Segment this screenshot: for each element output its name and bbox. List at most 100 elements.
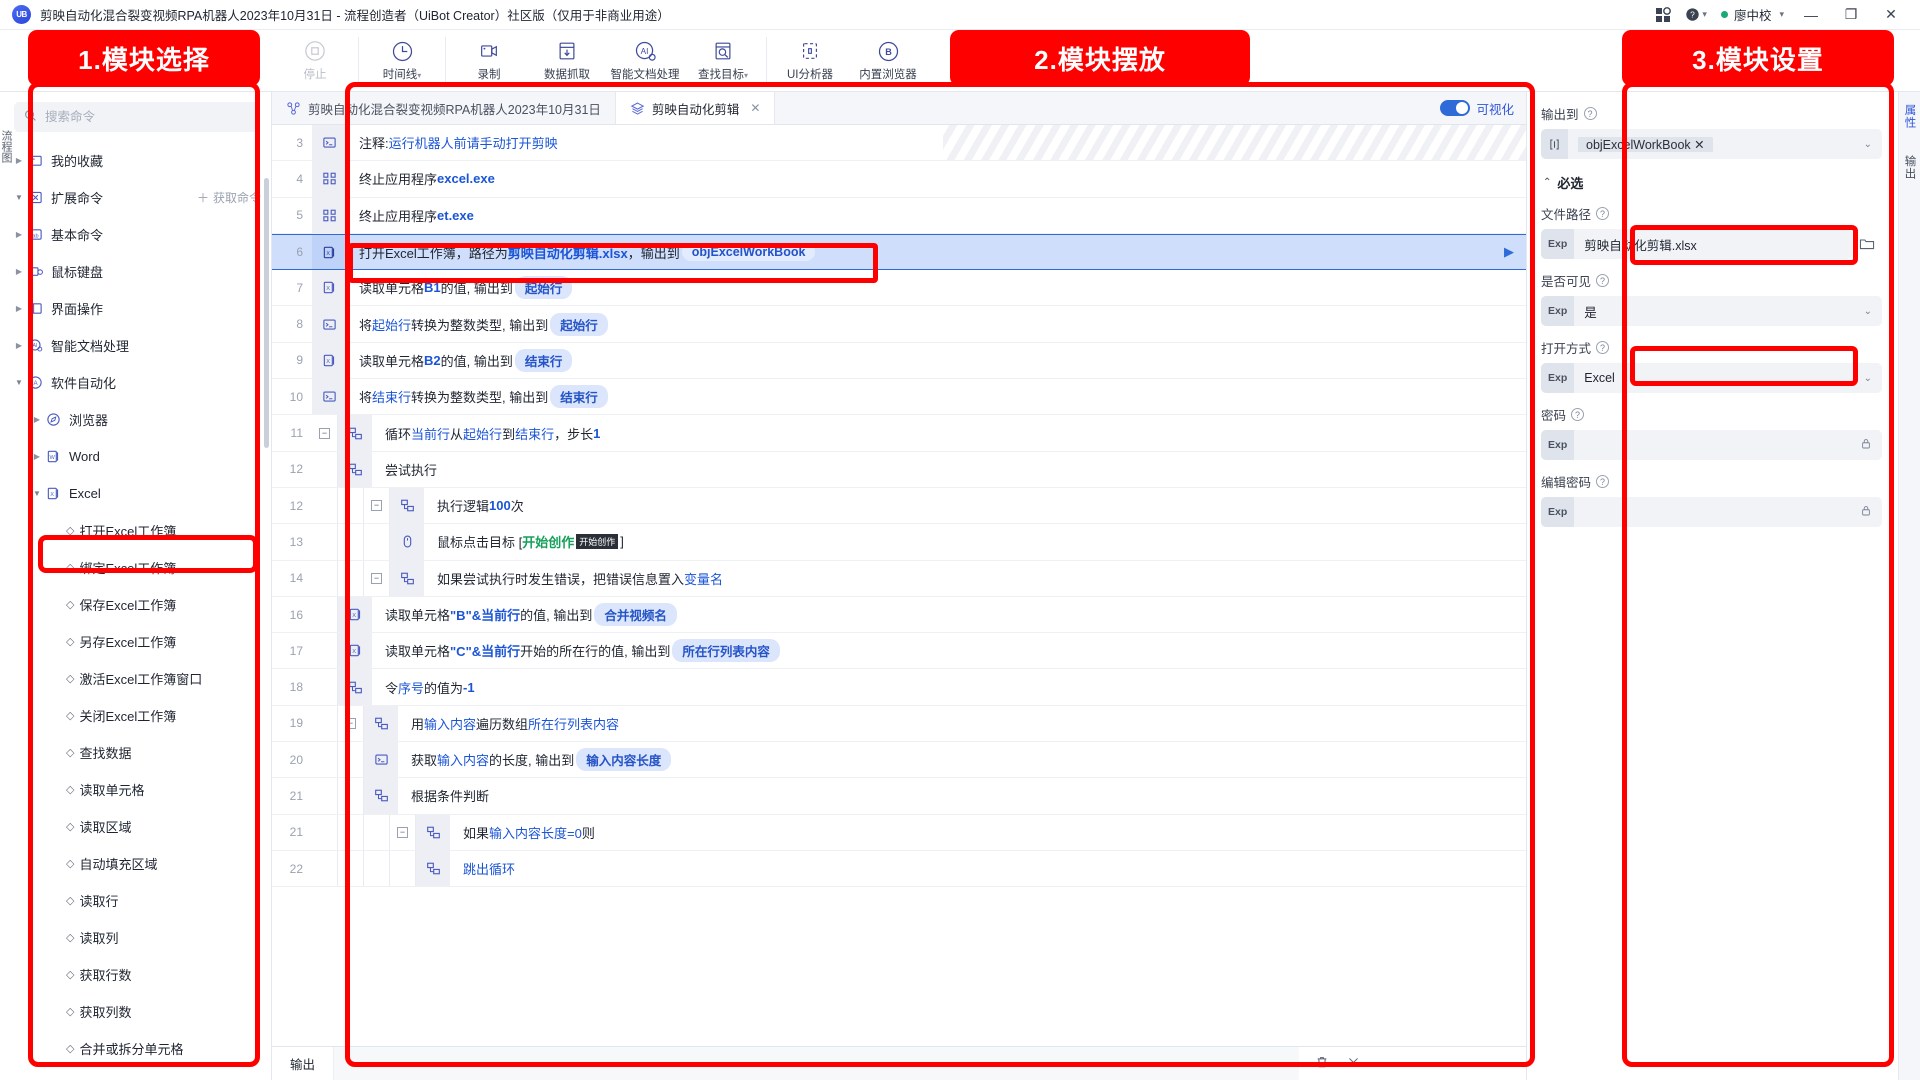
vtab-output[interactable]: 输出	[1902, 155, 1918, 180]
collapse-toggle[interactable]: −	[345, 717, 356, 729]
minimize-button[interactable]: —	[1798, 7, 1824, 23]
editor-tab-0[interactable]: 剪映自动化混合裂变视频RPA机器人2023年10月31日	[272, 92, 616, 124]
toolbar-find-target-button[interactable]: 查找目标▾	[694, 39, 752, 82]
toolbar-data-scrape-button[interactable]: 数据抓取	[538, 39, 596, 82]
flow-row[interactable]: 10 将 结束行 转换为整数类型, 输出到 结束行	[272, 379, 1526, 416]
flow-row[interactable]: 6 X 打开Excel工作簿，路径为 剪映自动化剪辑.xlsx ，输出到 objEx…	[272, 233, 1526, 271]
toggle-switch[interactable]	[1440, 100, 1471, 116]
toolbar-ui-analyzer-button[interactable]: UI分析器	[781, 39, 839, 82]
flow-row[interactable]: 11 − 循环 当前行 从 起始行 到 结束行 ，步长 1	[272, 415, 1526, 452]
help-icon[interactable]: ?	[1596, 207, 1610, 220]
tree-item-17[interactable]: ◇ 读取单元格	[0, 771, 271, 808]
close-icon[interactable]: ✕	[750, 101, 760, 115]
tree-item-19[interactable]: ◇ 自动填充区域	[0, 845, 271, 882]
maximize-button[interactable]: ❐	[1838, 6, 1864, 23]
chevron-right-icon[interactable]: ▶	[12, 267, 26, 276]
help-icon[interactable]: ? ▾	[1685, 7, 1707, 22]
flowchart-vertical-tab[interactable]: 流程图	[0, 130, 14, 163]
editor-tab-1[interactable]: 剪映自动化剪辑 ✕	[615, 92, 776, 124]
toolbar-timeline-button[interactable]: 时间线▾	[373, 39, 431, 82]
required-section-header[interactable]: ⌃ 必选	[1543, 173, 1882, 192]
flow-row[interactable]: 8 将 起始行 转换为整数类型, 输出到 起始行	[272, 306, 1526, 343]
flow-row[interactable]: 12 尝试执行	[272, 451, 1526, 488]
toolbar-stop-button[interactable]: 停止	[286, 39, 344, 82]
tree-item-0[interactable]: ▶ 我的收藏	[0, 142, 271, 179]
chevron-right-icon[interactable]: ▶	[30, 415, 44, 424]
tree-item-9[interactable]: ▼ X Excel	[0, 475, 271, 512]
flow-row[interactable]: 3 注释: 运行机器人前请手动打开剪映	[272, 125, 1526, 162]
collapse-toggle[interactable]: −	[371, 572, 382, 584]
expression-prefix[interactable]: Exp	[1541, 363, 1575, 393]
chevron-right-icon[interactable]: ▶	[12, 230, 26, 239]
chevron-right-icon[interactable]: ▶	[30, 452, 44, 461]
trash-icon[interactable]	[1315, 1055, 1329, 1072]
tree-item-3[interactable]: ▶ 鼠标键盘	[0, 253, 271, 290]
flow-rows-container[interactable]: 3 注释: 运行机器人前请手动打开剪映 4 终止应用程序 excel.exe 5 终止应用…	[272, 125, 1526, 1046]
tree-item-14[interactable]: ◇ 激活Excel工作簿窗口	[0, 660, 271, 697]
tree-item-7[interactable]: ▶ 浏览器	[0, 401, 271, 438]
chevron-right-icon[interactable]: ▶	[12, 341, 26, 350]
tree-item-15[interactable]: ◇ 关闭Excel工作簿	[0, 697, 271, 734]
help-icon[interactable]: ?	[1596, 475, 1610, 488]
tree-item-11[interactable]: ◇ 绑定Excel工作簿	[0, 549, 271, 586]
help-icon[interactable]: ?	[1596, 341, 1610, 354]
tree-item-10[interactable]: ◇ 打开Excel工作簿	[0, 512, 271, 549]
expression-prefix[interactable]: Exp	[1541, 229, 1575, 259]
help-icon[interactable]: ?	[1571, 408, 1585, 421]
chevron-down-icon[interactable]: ▼	[30, 489, 44, 498]
lock-icon[interactable]	[1850, 504, 1882, 520]
search-box[interactable]	[14, 102, 259, 132]
tree-item-5[interactable]: ▶ AI 智能文档处理	[0, 327, 271, 364]
toolbar-ai-doc-button[interactable]: AI 智能文档处理	[611, 39, 680, 82]
browse-folder-icon[interactable]	[1852, 237, 1882, 251]
flow-row[interactable]: 13 鼠标点击目标 [ 开始创作 开始创作 ]	[272, 524, 1526, 561]
grid-icon[interactable]	[1655, 6, 1672, 23]
flow-row[interactable]: 20 获取 输入内容 的长度, 输出到 输入内容长度	[272, 742, 1526, 779]
tree-item-21[interactable]: ◇ 读取列	[0, 919, 271, 956]
property-input[interactable]: Exp Excel ⌄	[1541, 363, 1882, 393]
flow-row[interactable]: 21 根据条件判断	[272, 778, 1526, 815]
close-button[interactable]: ✕	[1878, 6, 1904, 23]
flow-row[interactable]: 17 X 读取单元格 "C"&当前行 开始的所在行的值, 输出到 所在行列表内容	[272, 633, 1526, 670]
property-input[interactable]: Exp	[1541, 430, 1882, 460]
toolbar-record-button[interactable]: 录制	[460, 39, 518, 82]
output-tab[interactable]: 输出	[272, 1047, 335, 1080]
help-icon[interactable]: ?	[1583, 107, 1597, 120]
tree-item-16[interactable]: ◇ 查找数据	[0, 734, 271, 771]
visualize-toggle[interactable]: 可视化	[1428, 92, 1526, 124]
flow-row[interactable]: 7 X 读取单元格 B1 的值, 输出到 起始行	[272, 270, 1526, 307]
toolbar-browser-button[interactable]: B 内置浏览器	[859, 39, 917, 82]
tree-item-18[interactable]: ◇ 读取区域	[0, 808, 271, 845]
flow-row[interactable]: 4 终止应用程序 excel.exe	[272, 161, 1526, 198]
flow-row[interactable]: 5 终止应用程序 et.exe	[272, 197, 1526, 234]
chevron-down-icon[interactable]: ▼	[12, 193, 26, 202]
flow-row[interactable]: 9 X 读取单元格 B2 的值, 输出到 结束行	[272, 342, 1526, 380]
tree-item-23[interactable]: ◇ 获取列数	[0, 993, 271, 1030]
flow-row[interactable]: 18 令 序号 的值为 -1	[272, 669, 1526, 706]
collapse-toggle[interactable]: −	[371, 500, 382, 512]
flow-row[interactable]: 14 − 如果尝试执行时发生错误，把错误信息置入 变量名	[272, 560, 1526, 597]
flow-row[interactable]: 12 − 执行逻辑 100 次	[272, 487, 1526, 525]
tree-item-2[interactable]: ▶ ab 基本命令	[0, 216, 271, 253]
flow-row[interactable]: 19 − 用 输入内容 遍历数组 所在行列表内容	[272, 705, 1526, 743]
flow-row[interactable]: 22 跳出循环	[272, 850, 1526, 888]
user-menu[interactable]: 廖中校 ▾	[1720, 5, 1784, 24]
tree-scrollbar[interactable]	[264, 178, 269, 448]
expression-prefix[interactable]: Exp	[1541, 296, 1575, 326]
property-input[interactable]: Exp 是 ⌄	[1541, 296, 1882, 326]
tree-item-24[interactable]: ◇ 合并或拆分单元格	[0, 1030, 271, 1067]
flow-row[interactable]: 16 X 读取单元格 "B"&当前行 的值, 输出到 合并视频名	[272, 596, 1526, 634]
property-input[interactable]: Exp	[1541, 497, 1882, 527]
close-icon[interactable]	[1347, 1056, 1360, 1072]
chevron-down-icon[interactable]: ▼	[12, 378, 26, 387]
expression-prefix[interactable]: Exp	[1541, 497, 1575, 527]
collapse-toggle[interactable]: −	[397, 826, 408, 838]
tree-item-6[interactable]: ▼ A 软件自动化	[0, 364, 271, 401]
vtab-properties[interactable]: 属性	[1902, 104, 1918, 129]
chevron-down-icon[interactable]: ⌄	[1854, 373, 1882, 384]
tree-item-13[interactable]: ◇ 另存Excel工作簿	[0, 623, 271, 660]
remove-variable-icon[interactable]: ✕	[1694, 138, 1704, 152]
lock-icon[interactable]	[1850, 437, 1882, 453]
chevron-right-icon[interactable]: ▶	[12, 156, 26, 165]
collapse-toggle[interactable]: −	[319, 427, 330, 439]
